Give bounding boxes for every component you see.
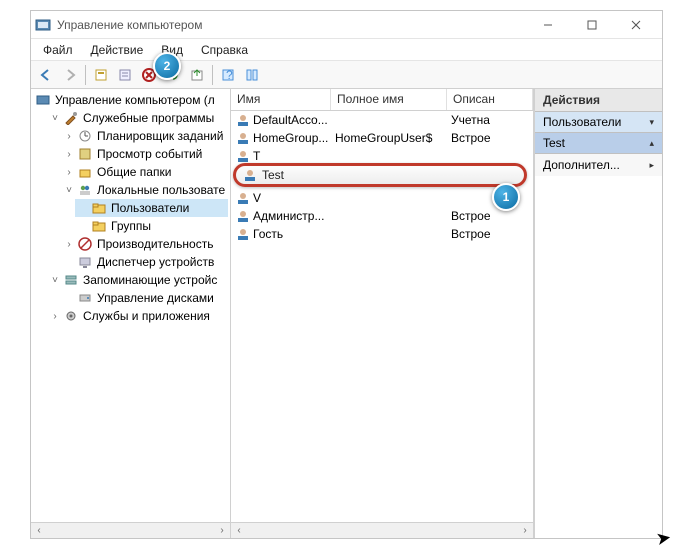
user-icon <box>235 226 251 242</box>
actions-more[interactable]: Дополнител...▸ <box>535 154 662 176</box>
callout-badge-1: 1 <box>492 183 520 211</box>
tree-pane: Управление компьютером (л ˅ Служебные пр… <box>31 89 231 538</box>
tree-device-manager[interactable]: Диспетчер устройств <box>61 253 228 271</box>
tree-scheduler[interactable]: ›Планировщик заданий <box>61 127 228 145</box>
svg-text:?: ? <box>226 68 233 82</box>
close-button[interactable] <box>614 11 658 39</box>
menu-action[interactable]: Действие <box>83 41 152 59</box>
tree-events[interactable]: ›Просмотр событий <box>61 145 228 163</box>
tree-performance[interactable]: ›Производительность <box>61 235 228 253</box>
menu-file[interactable]: Файл <box>35 41 81 59</box>
window-title: Управление компьютером <box>57 18 526 32</box>
tools-icon <box>63 110 79 126</box>
tree-services[interactable]: ›Службы и приложения <box>47 307 228 325</box>
chevron-down-icon: ▾ <box>649 117 654 128</box>
app-window: Управление компьютером Файл Действие Вид… <box>30 10 663 539</box>
tree-storage[interactable]: ˅Запоминающие устройс <box>47 271 228 289</box>
list-row[interactable]: HomeGroup...HomeGroupUser$Встрое <box>231 129 533 147</box>
list-row[interactable]: ГостьВстрое <box>231 225 533 243</box>
clock-icon <box>77 128 93 144</box>
new-button[interactable] <box>90 64 112 86</box>
menu-help[interactable]: Справка <box>193 41 256 59</box>
toolbar-sep <box>212 65 213 85</box>
col-name[interactable]: Имя <box>231 89 331 110</box>
tile-button[interactable] <box>241 64 263 86</box>
tree-root[interactable]: Управление компьютером (л <box>33 91 228 109</box>
list-pane: Имя Полное имя Описан DefaultAcco...Учет… <box>231 89 534 538</box>
tree-users[interactable]: Пользователи <box>75 199 228 217</box>
tree-disk-mgmt[interactable]: Управление дисками <box>61 289 228 307</box>
user-icon <box>235 148 251 164</box>
collapse-icon[interactable]: ˅ <box>49 274 61 286</box>
folder-icon <box>91 200 107 216</box>
tree-shared[interactable]: ›Общие папки <box>61 163 228 181</box>
forward-button[interactable] <box>59 64 81 86</box>
expand-icon[interactable]: › <box>63 166 75 178</box>
content-area: Управление компьютером (л ˅ Служебные пр… <box>31 89 662 538</box>
expand-icon[interactable]: › <box>49 310 61 322</box>
users-icon <box>77 182 93 198</box>
titlebar: Управление компьютером <box>31 11 662 39</box>
tree-groups[interactable]: Группы <box>75 217 228 235</box>
properties-button[interactable] <box>114 64 136 86</box>
actions-pane: Действия Пользователи▾ Test▴ Дополнител.… <box>534 89 662 538</box>
list-body: DefaultAcco...Учетна HomeGroup...HomeGro… <box>231 111 533 522</box>
list-row[interactable]: Администр...Встрое <box>231 207 533 225</box>
device-icon <box>77 254 93 270</box>
disk-icon <box>77 290 93 306</box>
export-button[interactable] <box>186 64 208 86</box>
cursor-icon: ➤ <box>654 527 673 550</box>
chevron-up-icon: ▴ <box>649 138 654 149</box>
collapse-icon[interactable]: ˅ <box>49 112 61 124</box>
help-button[interactable]: ? <box>217 64 239 86</box>
back-button[interactable] <box>35 64 57 86</box>
tree-local-users[interactable]: ˅Локальные пользовате <box>61 181 228 199</box>
col-fullname[interactable]: Полное имя <box>331 89 447 110</box>
collapse-icon[interactable]: ˅ <box>63 184 75 196</box>
expand-icon[interactable]: › <box>63 130 75 142</box>
toolbar: ? <box>31 61 662 89</box>
actions-context[interactable]: Test▴ <box>535 133 662 154</box>
list-row[interactable]: DefaultAcco...Учетна <box>231 111 533 129</box>
actions-group[interactable]: Пользователи▾ <box>535 112 662 133</box>
events-icon <box>77 146 93 162</box>
chevron-right-icon: ▸ <box>649 160 654 171</box>
toolbar-sep <box>85 65 86 85</box>
tree-system-tools[interactable]: ˅ Служебные программы <box>47 109 228 127</box>
tree-scrollbar[interactable]: ‹› <box>31 522 230 538</box>
list-scrollbar[interactable]: ‹› <box>231 522 533 538</box>
callout-badge-2: 2 <box>153 52 181 80</box>
perf-icon <box>77 236 93 252</box>
computer-icon <box>35 92 51 108</box>
app-icon <box>35 17 51 33</box>
col-description[interactable]: Описан <box>447 89 533 110</box>
actions-title: Действия <box>535 89 662 112</box>
expand-icon[interactable]: › <box>63 238 75 250</box>
user-icon <box>235 130 251 146</box>
user-icon <box>235 190 251 206</box>
minimize-button[interactable] <box>526 11 570 39</box>
storage-icon <box>63 272 79 288</box>
shared-icon <box>77 164 93 180</box>
services-icon <box>63 308 79 324</box>
user-icon <box>235 112 251 128</box>
maximize-button[interactable] <box>570 11 614 39</box>
list-row[interactable]: V <box>231 189 533 207</box>
expand-icon[interactable]: › <box>63 148 75 160</box>
list-row[interactable]: T <box>231 147 533 165</box>
folder-icon <box>91 218 107 234</box>
list-header: Имя Полное имя Описан <box>231 89 533 111</box>
menubar: Файл Действие Вид Справка <box>31 39 662 61</box>
nav-tree[interactable]: Управление компьютером (л ˅ Служебные пр… <box>33 91 228 325</box>
user-icon <box>235 208 251 224</box>
